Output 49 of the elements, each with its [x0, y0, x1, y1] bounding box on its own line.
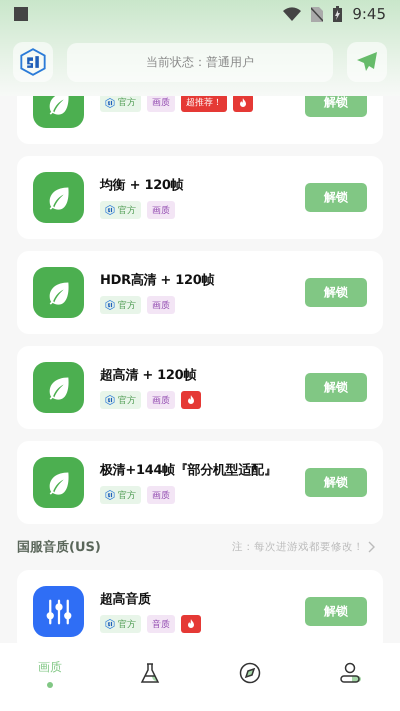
unlock-button[interactable]: 解锁 — [305, 96, 367, 117]
category-tag: 画质 — [147, 296, 175, 314]
official-tag: 官方 — [100, 296, 141, 314]
item-title: 超高清 + 120帧 — [100, 366, 198, 384]
logo-icon — [105, 490, 115, 500]
battery-icon — [333, 6, 342, 22]
unlock-button[interactable]: 解锁 — [305, 183, 367, 212]
logo-icon — [105, 619, 115, 629]
unlock-button[interactable]: 解锁 — [305, 597, 367, 626]
category-tag: 画质 — [147, 201, 175, 219]
unlock-button[interactable]: 解锁 — [305, 278, 367, 307]
unlock-button[interactable]: 解锁 — [305, 373, 367, 402]
status-time: 9:45 — [352, 5, 386, 23]
item-title: 超高音质 — [100, 590, 152, 608]
unlock-button[interactable]: 解锁 — [305, 468, 367, 497]
logo-icon — [105, 395, 115, 405]
category-tag: 画质 — [147, 486, 175, 504]
user-icon — [338, 661, 362, 685]
fire-icon — [185, 394, 197, 406]
no-sim-icon — [311, 6, 324, 22]
official-tag: 官方 — [100, 486, 141, 504]
logo-icon — [105, 205, 115, 215]
compass-icon — [238, 661, 262, 685]
item-title: 极清+144帧『部分机型适配』 — [100, 462, 278, 479]
user-status-text: 当前状态：普通用户 — [67, 42, 333, 82]
item-title: HDR高清 + 120帧 — [100, 272, 216, 289]
logo-icon — [105, 98, 115, 108]
sliders-icon — [44, 596, 74, 626]
category-tag: 画质 — [147, 96, 175, 112]
logo-icon — [105, 300, 115, 310]
note-link[interactable]: 注：每次进游戏都要修改！ — [232, 540, 376, 554]
app-logo-button[interactable] — [13, 42, 53, 82]
send-button[interactable] — [347, 42, 387, 82]
category-tag: 音质 — [147, 615, 175, 633]
fire-icon — [237, 96, 249, 108]
category-tag: 画质 — [147, 391, 175, 409]
section-title: 国服音质(US) — [17, 538, 101, 556]
notification-icon — [14, 7, 28, 21]
official-tag: 官方 — [100, 96, 141, 112]
official-tag: 官方 — [100, 201, 141, 219]
wifi-icon — [283, 7, 302, 21]
flask-icon — [138, 661, 162, 685]
fire-icon — [185, 618, 197, 630]
official-tag: 官方 — [100, 615, 141, 633]
chevron-icon — [368, 541, 376, 553]
item-title: 均衡 + 120帧 — [100, 177, 184, 194]
recommend-tag: 超推荐！ — [181, 96, 227, 112]
official-tag: 官方 — [100, 391, 141, 409]
logo-icon — [19, 48, 47, 76]
